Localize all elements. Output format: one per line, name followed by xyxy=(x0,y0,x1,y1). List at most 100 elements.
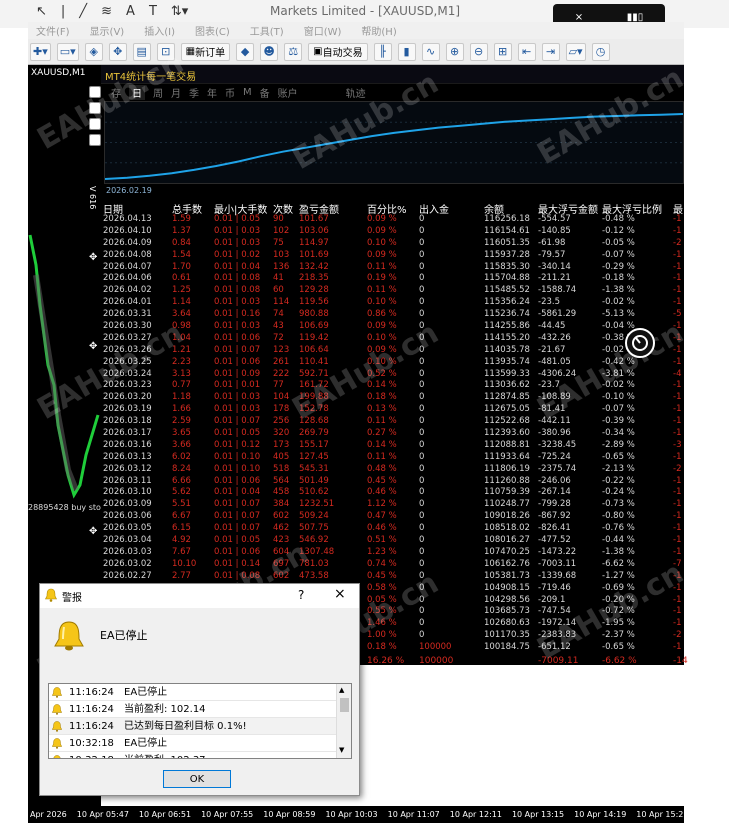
cell-balance: 104298.56 xyxy=(484,594,530,605)
menu-help[interactable]: 帮助(H) xyxy=(361,23,396,38)
alert-log[interactable]: 11:16:24 EA已停止 11:16:24 当前盈利: 102.14 11:16:2… xyxy=(48,683,352,759)
label-tool-icon[interactable]: T xyxy=(149,4,157,19)
move-icon[interactable] xyxy=(89,86,101,98)
cell-balance: 106162.76 xyxy=(484,558,530,569)
cursor-tool-icon[interactable]: ↖ xyxy=(36,4,47,19)
tab-4[interactable]: 季 xyxy=(189,85,199,100)
editor-icon[interactable]: ◆ xyxy=(236,42,255,61)
cell-max-float-pct: -0.02 % xyxy=(602,297,635,308)
cell-max-float: -5861.29 xyxy=(538,309,577,320)
alert-log-row[interactable]: 10:32:18 当前盈利: 102.37 xyxy=(49,752,351,758)
main-toolbar: ✚▾ ▭▾ ◈ ✥ ▤ ⊡ ▦ 新订单 ◆ ☻ ⚖ ▣ 自动交易 ╟ ▮ ∿ ⊕… xyxy=(28,39,684,65)
menu-insert[interactable]: 插入(I) xyxy=(144,23,175,38)
help-button[interactable]: ? xyxy=(298,588,304,602)
move-icon-3[interactable]: ✥ xyxy=(89,341,97,352)
zoom-window-icon[interactable]: ⊡ xyxy=(156,42,175,61)
cell-percent: 0.51 % xyxy=(367,535,397,546)
cell-max-float: -1972.14 xyxy=(538,618,577,629)
indicator-name: MT4统计每一笔交易 xyxy=(105,72,197,83)
bar-chart-icon[interactable]: ╟ xyxy=(373,42,392,61)
tab-10[interactable]: 轨迹 xyxy=(346,85,366,100)
cell-deposit: 0 xyxy=(419,570,425,581)
tab-7[interactable]: M xyxy=(243,87,252,98)
cell-last: -1 xyxy=(673,356,682,367)
menu-window[interactable]: 窗口(W) xyxy=(304,23,342,38)
navigator-icon[interactable]: ▤ xyxy=(132,42,151,61)
cell-last: -1 xyxy=(673,594,682,605)
cell-min-max: 0.01 | 0.04 xyxy=(214,487,261,498)
chart-shift-icon[interactable]: ⇤ xyxy=(517,42,536,61)
tab-2[interactable]: 周 xyxy=(153,85,163,100)
menu-tools[interactable]: 工具(T) xyxy=(250,23,284,38)
cell-count: 602 xyxy=(273,511,290,522)
periods-icon[interactable]: ◷ xyxy=(591,42,610,61)
profiles-icon[interactable]: ▭▾ xyxy=(56,42,79,61)
cell-balance: 114035.78 xyxy=(484,344,530,355)
cell-max-float: -3238.45 xyxy=(538,439,577,450)
fibonacci-icon[interactable]: ≋ xyxy=(101,4,112,19)
cell-percent: 1.12 % xyxy=(367,499,397,510)
new-chart-icon[interactable]: ✚▾ xyxy=(30,42,51,61)
bell-icon xyxy=(45,588,57,605)
autoscroll-icon[interactable]: ⇥ xyxy=(541,42,560,61)
window-title: Markets Limited - [XAUUSD,M1] xyxy=(270,4,461,18)
cell-balance: 110248.77 xyxy=(484,499,530,510)
new-order-button[interactable]: ▦ 新订单 xyxy=(180,42,231,61)
menu-file[interactable]: 文件(F) xyxy=(36,23,70,38)
settings-icon[interactable] xyxy=(89,134,101,146)
auto-trading-button[interactable]: ▣ 自动交易 xyxy=(308,42,368,61)
cell-deposit: 0 xyxy=(419,499,425,510)
auto-trading-icon: ▣ xyxy=(313,46,323,57)
scale-icon[interactable] xyxy=(89,102,101,114)
alert-scrollbar[interactable]: ▲ ▼ xyxy=(336,684,351,758)
history-icon[interactable]: ⚖ xyxy=(284,42,303,61)
tab-3[interactable]: 月 xyxy=(171,85,181,100)
tile-windows-icon[interactable]: ⊞ xyxy=(493,42,512,61)
template-icon[interactable] xyxy=(89,118,101,130)
tab-6[interactable]: 币 xyxy=(225,85,235,100)
cell-last: -2 xyxy=(673,237,682,248)
move-icon-2[interactable]: ✥ xyxy=(89,252,97,263)
cell-total-lots: 1.14 xyxy=(172,297,191,308)
vertical-line-icon[interactable]: | xyxy=(61,4,65,19)
text-tool-icon[interactable]: A xyxy=(126,4,135,19)
market-watch-icon[interactable]: ◈ xyxy=(84,42,103,61)
alert-log-row[interactable]: 11:16:24 EA已停止 xyxy=(49,684,351,701)
cell-count: 602 xyxy=(273,570,290,581)
tab-9[interactable]: 账户 xyxy=(278,85,298,100)
experts-icon[interactable]: ☻ xyxy=(260,42,279,61)
zoom-out-icon[interactable]: ⊖ xyxy=(469,42,488,61)
alert-log-row[interactable]: 11:16:24 当前盈利: 102.14 xyxy=(49,701,351,718)
tab-1[interactable]: 日 xyxy=(129,85,145,100)
alert-log-row[interactable]: 10:32:18 EA已停止 xyxy=(49,735,351,752)
scroll-down-icon[interactable]: ▼ xyxy=(339,746,344,754)
table-row: 2026.03.26 1.21 0.01 | 0.07 123 106.64 0.09 %… xyxy=(101,345,684,357)
zoom-in-icon[interactable]: ⊕ xyxy=(445,42,464,61)
scroll-up-icon[interactable]: ▲ xyxy=(339,686,344,694)
arrows-tool-icon[interactable]: ⇅▾ xyxy=(171,4,188,19)
cell-balance: 101170.35 xyxy=(484,630,530,641)
cell-max-float: -477.52 xyxy=(538,535,571,546)
tab-0[interactable]: 存 xyxy=(111,85,121,100)
ok-button[interactable]: OK xyxy=(163,770,231,788)
alert-log-row[interactable]: 11:16:24 已达到每日盈利目标 0.1%! xyxy=(49,718,351,735)
close-button[interactable]: × xyxy=(334,586,346,602)
cell-count: 43 xyxy=(273,321,284,332)
scroll-thumb[interactable] xyxy=(340,698,349,712)
indicators-icon[interactable]: ▱▾ xyxy=(565,42,586,61)
candles-icon[interactable]: ▮ xyxy=(397,42,416,61)
cell-max-float: -554.57 xyxy=(538,214,571,224)
tab-5[interactable]: 年 xyxy=(207,85,217,100)
cell-min-max: 0.01 | 0.03 xyxy=(214,225,261,236)
line-chart-icon[interactable]: ∿ xyxy=(421,42,440,61)
cell-deposit: 0 xyxy=(419,332,425,343)
cell-max-float-pct: -1.38 % xyxy=(602,546,635,557)
crosshair-icon[interactable]: ✥ xyxy=(108,42,127,61)
menu-view[interactable]: 显示(V) xyxy=(90,23,125,38)
tab-8[interactable]: 备 xyxy=(260,85,270,100)
table-row: 2026.04.09 0.84 0.01 | 0.03 75 114.97 0.10 % 0… xyxy=(101,238,684,250)
move-icon-4[interactable]: ✥ xyxy=(89,526,97,537)
table-row: 2026.03.18 2.59 0.01 | 0.07 256 128.68 0.11 %… xyxy=(101,416,684,428)
menu-charts[interactable]: 图表(C) xyxy=(195,23,230,38)
trendline-icon[interactable]: ╱ xyxy=(79,4,87,19)
